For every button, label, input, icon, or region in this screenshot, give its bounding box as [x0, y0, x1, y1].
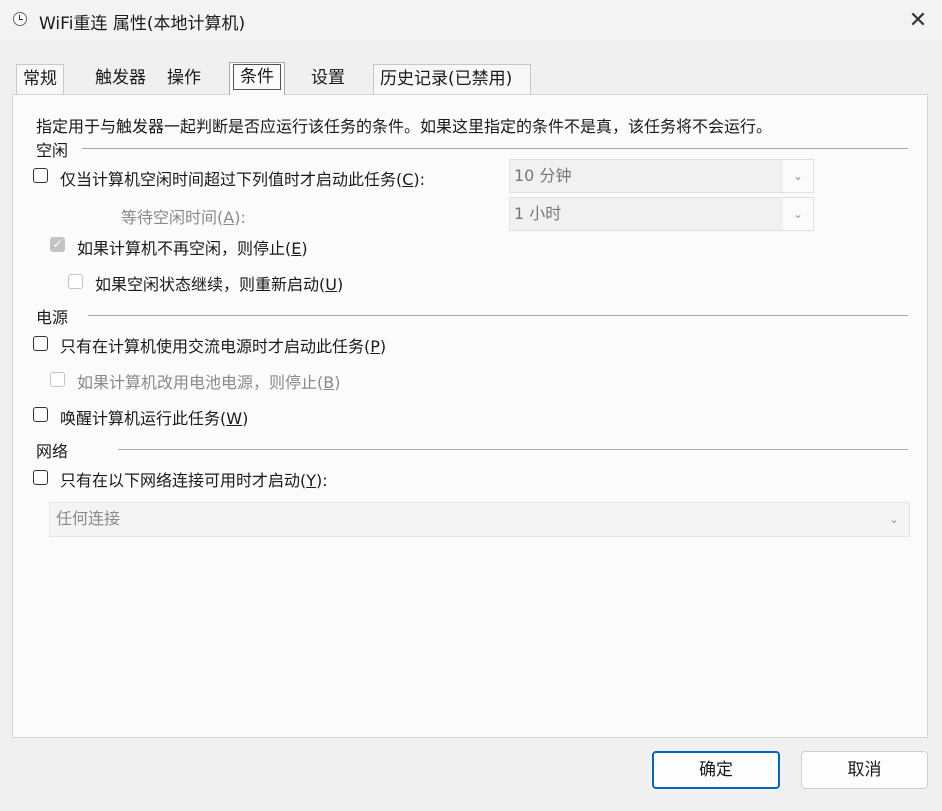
tab-general[interactable]: 常规 [16, 64, 64, 94]
stop-on-battery-checkbox[interactable] [50, 372, 65, 387]
ac-power-only-checkbox[interactable] [33, 336, 48, 351]
wait-duration-value: 1 小时 [514, 204, 562, 223]
stop-if-not-idle-checkbox[interactable]: ✓ [50, 237, 65, 252]
network-connection-select[interactable]: 任何连接 ⌄ [49, 502, 910, 537]
window-title: WiFi重连 属性(本地计算机) [39, 14, 246, 34]
ac-power-only-label[interactable]: 只有在计算机使用交流电源时才启动此任务(P) [60, 333, 386, 357]
tab-history[interactable]: 历史记录(已禁用) [373, 64, 531, 94]
stop-if-not-idle-label[interactable]: 如果计算机不再空闲，则停止(E) [77, 235, 308, 259]
start-if-idle-checkbox[interactable] [33, 168, 48, 183]
tab-triggers[interactable]: 触发器 [89, 64, 152, 94]
network-available-label[interactable]: 只有在以下网络连接可用时才启动(Y): [60, 467, 328, 491]
network-section-label: 网络 [36, 442, 69, 461]
start-if-idle-label[interactable]: 仅当计算机空闲时间超过下列值时才启动此任务(C): [60, 166, 425, 190]
stop-on-battery-label[interactable]: 如果计算机改用电池电源，则停止(B) [77, 369, 340, 393]
restart-if-idle-label[interactable]: 如果空闲状态继续，则重新启动(U) [95, 271, 343, 295]
description-text: 指定用于与触发器一起判断是否应运行该任务的条件。如果这里指定的条件不是真，该任务… [36, 117, 773, 136]
wake-computer-label[interactable]: 唤醒计算机运行此任务(W) [60, 405, 248, 429]
tab-conditions[interactable]: 条件 [229, 62, 285, 95]
power-section-label: 电源 [36, 308, 69, 327]
restart-if-idle-checkbox[interactable] [68, 274, 83, 289]
tab-conditions-label: 条件 [233, 64, 281, 90]
tab-settings[interactable]: 设置 [305, 64, 351, 94]
chevron-down-icon: ⌄ [783, 160, 813, 192]
cancel-button[interactable]: 取消 [801, 751, 928, 789]
chevron-down-icon: ⌄ [783, 198, 813, 230]
wait-idle-label: 等待空闲时间(A): [121, 208, 246, 227]
chevron-down-icon: ⌄ [888, 512, 900, 526]
wait-duration-select[interactable]: 1 小时 ⌄ [509, 197, 814, 231]
network-connection-value: 任何连接 [56, 509, 121, 528]
wake-computer-checkbox[interactable] [33, 407, 48, 422]
idle-section-label: 空闲 [36, 141, 69, 160]
clock-icon [13, 12, 27, 26]
idle-duration-value: 10 分钟 [514, 166, 572, 185]
network-divider [118, 449, 908, 450]
ok-button[interactable]: 确定 [652, 751, 780, 789]
idle-duration-select[interactable]: 10 分钟 ⌄ [509, 159, 814, 193]
idle-divider [82, 148, 908, 149]
power-divider [88, 315, 908, 316]
close-button[interactable]: ✕ [894, 0, 942, 40]
network-available-checkbox[interactable] [33, 470, 48, 485]
tab-actions[interactable]: 操作 [161, 64, 207, 94]
